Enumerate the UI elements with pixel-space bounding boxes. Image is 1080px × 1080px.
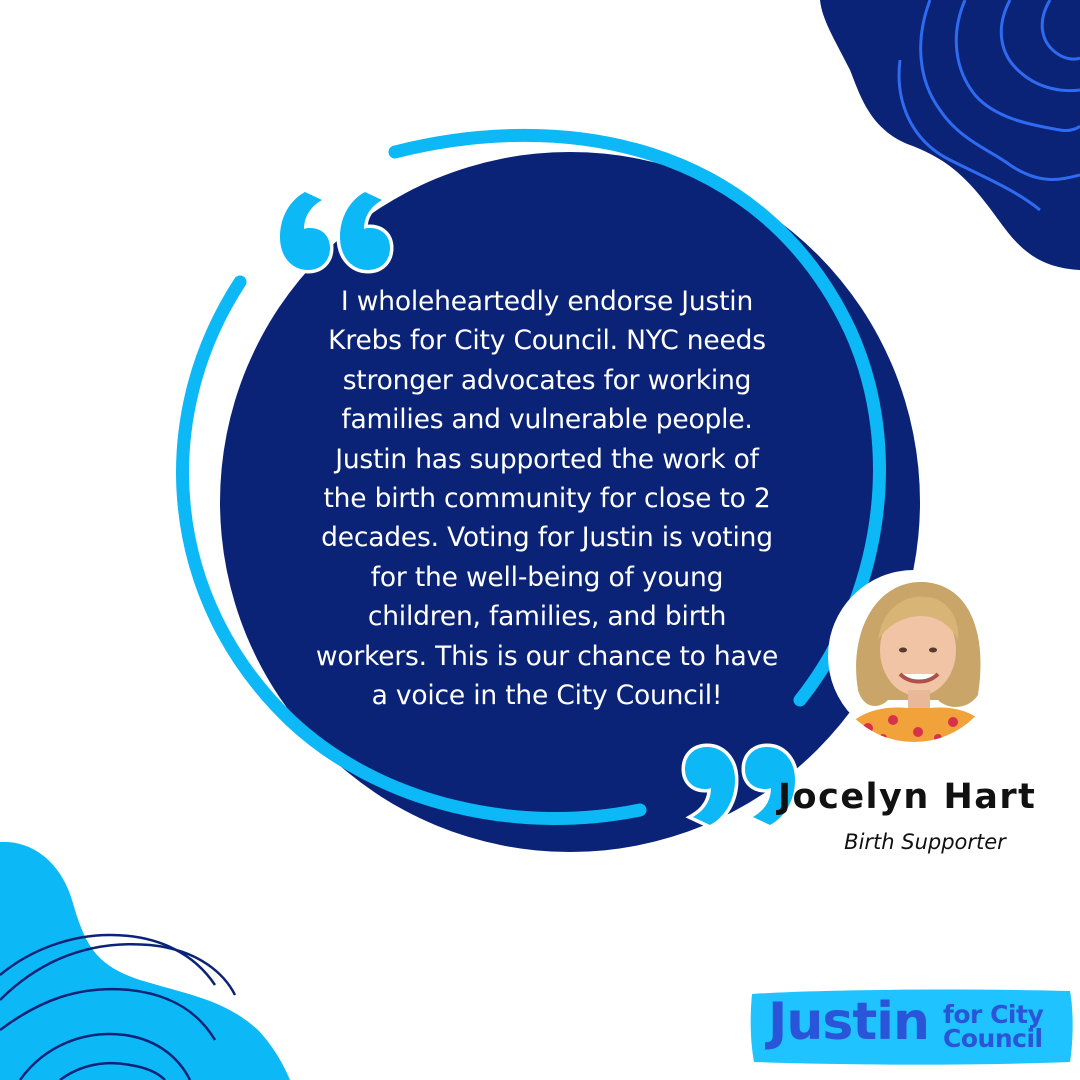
logo-main-text: Justin xyxy=(768,992,930,1052)
open-quote-icon xyxy=(276,188,394,274)
endorser-name: Jocelyn Hart xyxy=(778,777,1037,817)
endorsement-quote: I wholeheartedly endorse Justin Krebs fo… xyxy=(315,286,779,712)
avatar xyxy=(828,570,1000,742)
campaign-logo: Justin for City Council xyxy=(748,988,1076,1066)
endorser-role: Birth Supporter xyxy=(844,830,1006,854)
logo-sub-line2: Council xyxy=(943,1024,1043,1053)
